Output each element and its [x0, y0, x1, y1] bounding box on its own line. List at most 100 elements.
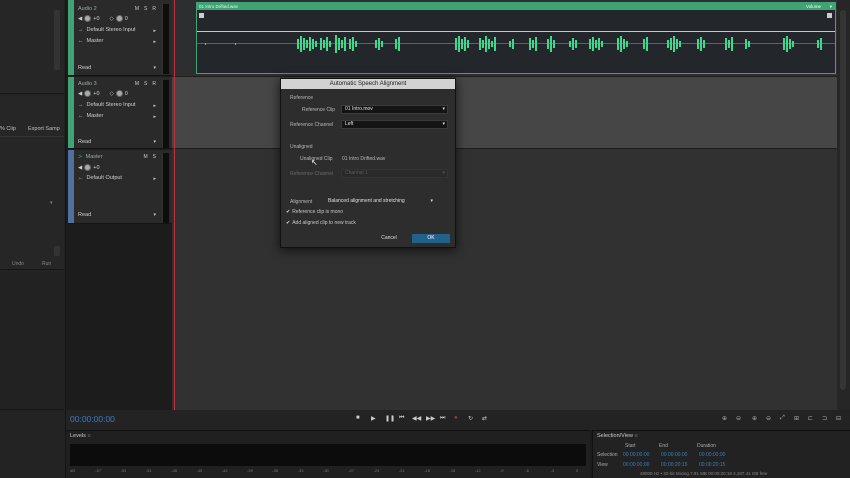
ref-channel-select[interactable]: Left ▾: [341, 120, 448, 129]
clip-volume-label[interactable]: Volume: [806, 3, 821, 10]
output-select[interactable]: Master: [87, 113, 104, 119]
automation-caret-icon[interactable]: ▾: [153, 139, 156, 145]
fade-out-handle-icon[interactable]: [827, 13, 832, 18]
mute-button[interactable]: M: [135, 81, 139, 87]
volume-value[interactable]: +0: [93, 91, 99, 97]
automation-caret-icon[interactable]: ▾: [153, 212, 156, 218]
zoom-out-time-icon[interactable]: ⊖: [766, 415, 771, 422]
record-button[interactable]: R: [152, 81, 156, 87]
left-scrollbar-mid[interactable]: [54, 246, 60, 256]
volume-knob[interactable]: [84, 90, 92, 97]
timeline[interactable]: 01 Intro Drifted.wav Volume ▾: [172, 0, 837, 410]
view-start[interactable]: 00:00:00:00: [623, 462, 649, 468]
clip-menu-icon[interactable]: ▾: [830, 3, 832, 10]
selection-duration[interactable]: 00:00:00:00: [699, 452, 725, 458]
track-header-audio-2[interactable]: Audio 2 M S R ◀ +0 ◇ 0 → Default Stereo …: [68, 0, 172, 76]
volume-value[interactable]: +0: [93, 16, 99, 22]
new-track-checkbox[interactable]: ✔ Add aligned clip to new track: [286, 220, 356, 226]
skip-end-icon[interactable]: ⏭: [440, 415, 445, 422]
track-lane-audio-3[interactable]: [172, 77, 837, 149]
pan-knob[interactable]: [115, 90, 123, 97]
output-select[interactable]: Default Output: [87, 175, 122, 181]
automation-select[interactable]: Read: [78, 139, 91, 145]
dropdown-arrow-icon[interactable]: ▾: [50, 200, 53, 206]
export-tab[interactable]: Export Samp: [28, 126, 60, 132]
track-header-audio-3[interactable]: Audio 3 M S R ◀ +0 ◇ 0 → Default Stereo …: [68, 77, 172, 149]
track-name[interactable]: Audio 3: [78, 81, 97, 87]
undo-button[interactable]: Undo: [12, 261, 24, 267]
volume-knob[interactable]: [84, 15, 92, 22]
left-scrollbar-top[interactable]: [54, 10, 60, 70]
zoom-tracks-icon[interactable]: ⊟: [836, 415, 841, 422]
record-icon[interactable]: ●: [454, 415, 458, 421]
zoom-in-amplitude-icon[interactable]: ⊕: [722, 415, 727, 422]
ok-button[interactable]: OK: [412, 234, 450, 243]
unaligned-channel-select[interactable]: Channel 1 ▾: [341, 169, 448, 178]
input-caret-icon[interactable]: ▸: [153, 28, 156, 34]
output-caret-icon[interactable]: ▸: [153, 39, 156, 45]
zoom-in-time-icon[interactable]: ⊕: [752, 415, 757, 422]
zoom-out-amplitude-icon[interactable]: ⊖: [736, 415, 741, 422]
run-button[interactable]: Run: [42, 261, 51, 267]
panel-menu-icon[interactable]: ≡: [87, 433, 90, 439]
solo-button[interactable]: S: [144, 81, 147, 87]
ref-clip-select[interactable]: 01 Intro.mov ▾: [341, 105, 448, 114]
timecode-display[interactable]: 00:00:00:00: [70, 414, 115, 424]
volume-envelope-line[interactable]: [197, 31, 835, 32]
pause-icon[interactable]: ❚❚: [385, 415, 395, 422]
levels-tab[interactable]: Levels ≡: [70, 433, 91, 439]
dialog-title[interactable]: Automatic Speech Alignment: [281, 79, 455, 89]
cancel-button[interactable]: Cancel: [374, 234, 404, 243]
zoom-left-edge-icon[interactable]: ⊏: [808, 415, 813, 422]
output-caret-icon[interactable]: ▸: [153, 114, 156, 120]
zoom-full-icon[interactable]: ⤢: [780, 415, 785, 422]
solo-button[interactable]: S: [153, 154, 156, 160]
mono-checkbox[interactable]: ✔ Reference clip is mono: [286, 209, 343, 215]
mute-button[interactable]: M: [143, 154, 147, 160]
view-duration[interactable]: 00:00:20:15: [699, 462, 725, 468]
audio-clip[interactable]: 01 Intro Drifted.wav Volume ▾: [196, 2, 836, 74]
loop-icon[interactable]: ↻: [468, 415, 473, 422]
alignment-select[interactable]: Balanced alignment and stretching ▾: [324, 197, 436, 206]
playhead[interactable]: [174, 0, 175, 410]
input-select[interactable]: Default Stereo Input: [87, 102, 136, 108]
solo-button[interactable]: S: [144, 6, 147, 12]
selection-view-tab[interactable]: Selection/View ≡: [597, 433, 638, 439]
track-name[interactable]: Master: [86, 154, 103, 160]
selection-end[interactable]: 00:00:00:00: [661, 452, 687, 458]
skip-selection-icon[interactable]: ⇄: [482, 415, 487, 422]
volume-value[interactable]: +0: [93, 165, 99, 171]
timeline-scrollbar[interactable]: [837, 0, 850, 410]
track-name[interactable]: Audio 2: [78, 6, 97, 12]
unaligned-clip-value[interactable]: 01 Intro Drifted.wav: [342, 156, 385, 162]
pan-knob[interactable]: [115, 15, 123, 22]
view-end[interactable]: 00:00:20:15: [661, 462, 687, 468]
fade-in-handle-icon[interactable]: [199, 13, 204, 18]
pan-value[interactable]: 0: [125, 91, 128, 97]
selection-start[interactable]: 00:00:00:00: [623, 452, 649, 458]
fast-forward-icon[interactable]: ▶▶: [426, 415, 435, 422]
track-lane-audio-2[interactable]: 01 Intro Drifted.wav Volume ▾: [172, 0, 837, 77]
play-icon[interactable]: ▶: [371, 415, 376, 422]
input-select[interactable]: Default Stereo Input: [87, 27, 136, 33]
skip-start-icon[interactable]: ⏮: [399, 415, 404, 422]
zoom-selection-icon[interactable]: ⊞: [794, 415, 799, 422]
output-caret-icon[interactable]: ▸: [153, 176, 156, 182]
output-select[interactable]: Master: [87, 38, 104, 44]
clip-tab[interactable]: % Clip: [0, 126, 16, 132]
volume-knob[interactable]: [84, 164, 92, 171]
scrollbar-thumb[interactable]: [840, 10, 846, 390]
panel-menu-icon[interactable]: ≡: [635, 433, 638, 439]
mute-button[interactable]: M: [135, 6, 139, 12]
pan-value[interactable]: 0: [125, 16, 128, 22]
input-caret-icon[interactable]: ▸: [153, 103, 156, 109]
stop-icon[interactable]: ■: [356, 415, 360, 421]
automation-select[interactable]: Read: [78, 65, 91, 71]
rewind-icon[interactable]: ◀◀: [412, 415, 421, 422]
automation-caret-icon[interactable]: ▾: [153, 65, 156, 71]
track-lane-master[interactable]: [172, 149, 837, 410]
automation-select[interactable]: Read: [78, 212, 91, 218]
zoom-right-edge-icon[interactable]: ⊐: [822, 415, 827, 422]
track-header-master[interactable]: ≻ Master M S ◀ +0 ← Default Output ▸ Rea…: [68, 150, 172, 224]
record-button[interactable]: R: [152, 6, 156, 12]
